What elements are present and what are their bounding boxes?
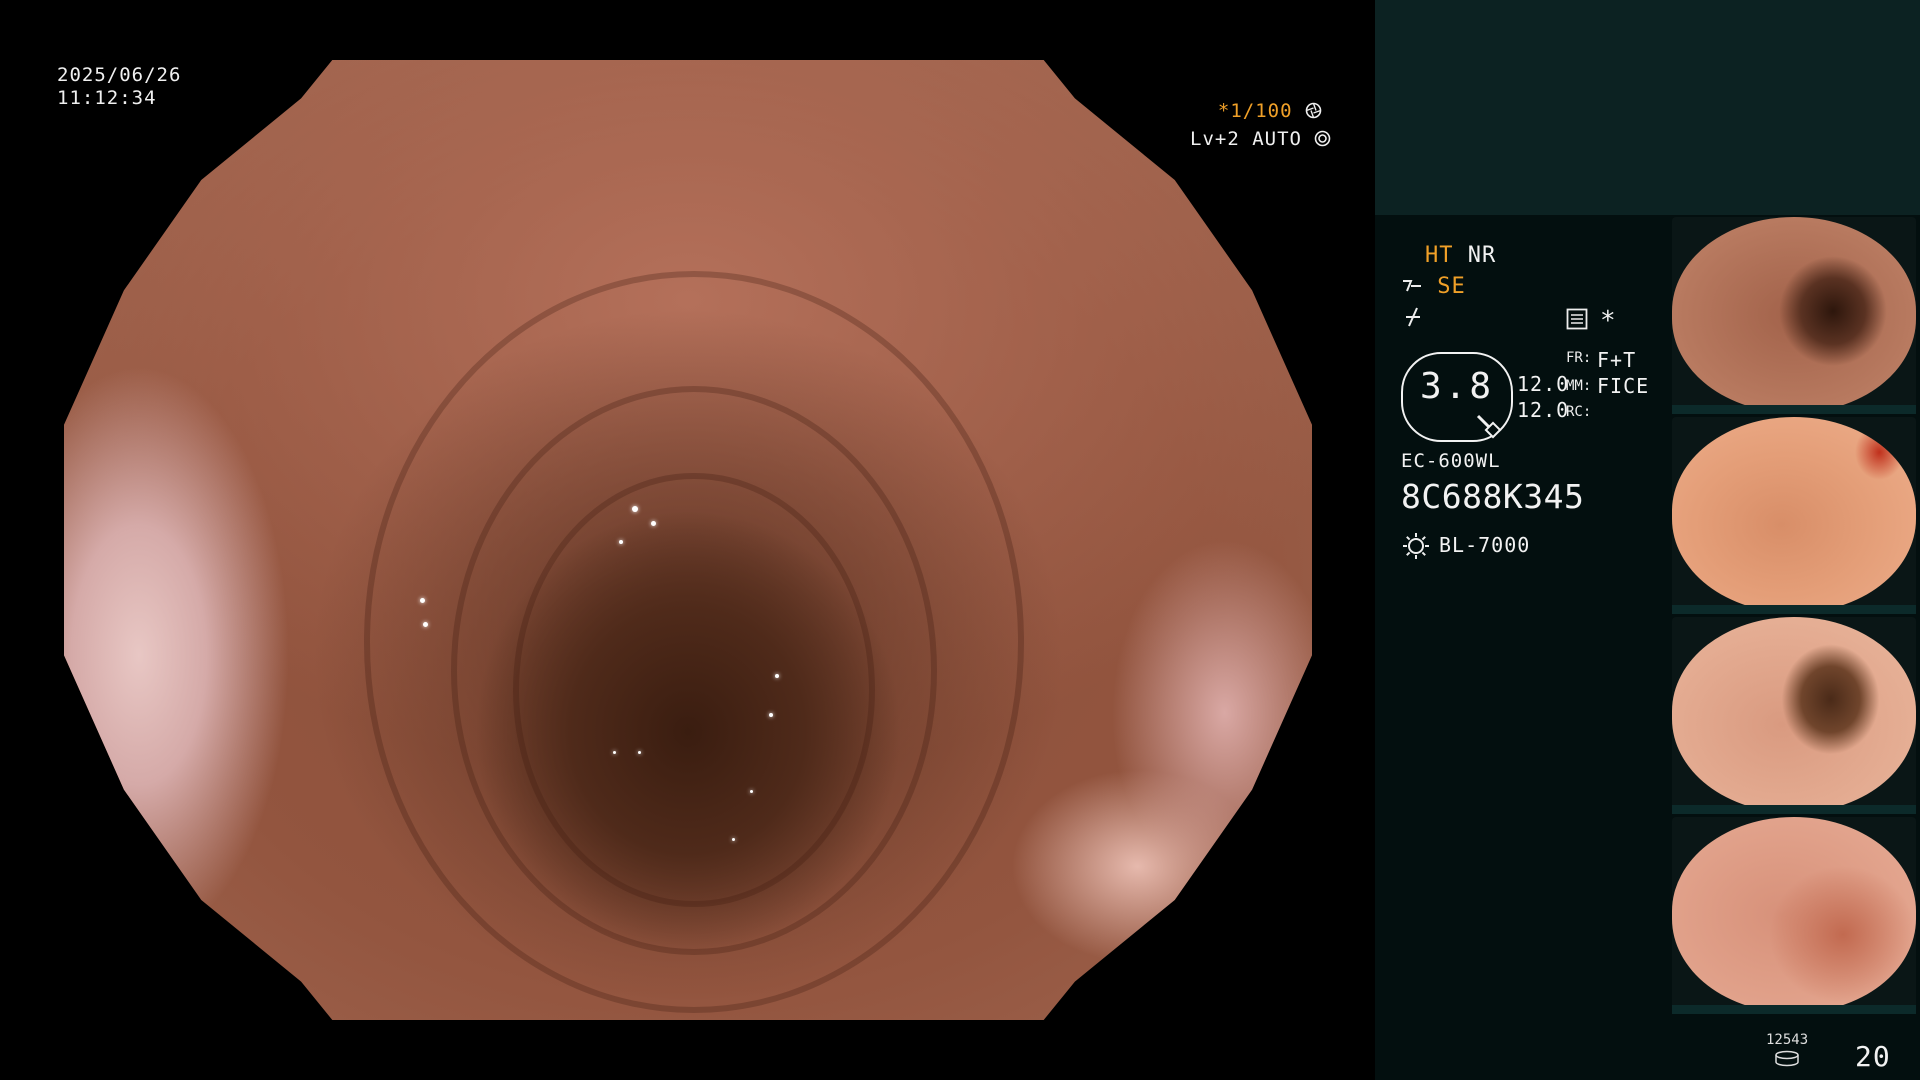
endoscope-live-view bbox=[64, 60, 1312, 1020]
nr-indicator: NR bbox=[1467, 243, 1497, 268]
settings-list-icon bbox=[1566, 308, 1588, 334]
zoom-slider-icon bbox=[1472, 410, 1502, 444]
exposure-overlay: *1/100 Lv+2 AUTO bbox=[1190, 100, 1331, 151]
thumbnail-4[interactable] bbox=[1672, 817, 1916, 1013]
thumbnail-3-footer bbox=[1672, 805, 1916, 814]
rc-label: RC: bbox=[1566, 404, 1592, 420]
structure-icon bbox=[1401, 274, 1437, 299]
value-2: 12.0 bbox=[1517, 398, 1570, 422]
mm-label: MM: bbox=[1566, 378, 1592, 394]
se-indicator: SE bbox=[1437, 274, 1466, 299]
shutter-speed: *1/100 bbox=[1217, 100, 1293, 122]
fr-label: FR: bbox=[1566, 350, 1592, 366]
light-source-model: BL-7000 bbox=[1439, 533, 1531, 557]
aperture-icon bbox=[1305, 100, 1322, 122]
brightness-level: Lv+2 AUTO bbox=[1190, 128, 1302, 150]
storage-count: 12543 bbox=[1766, 1032, 1809, 1048]
scope-model: EC-600WL bbox=[1401, 450, 1501, 472]
date-label: 2025/06/26 bbox=[57, 64, 182, 86]
thumbnail-1[interactable] bbox=[1672, 217, 1916, 413]
light-source-icon bbox=[1401, 531, 1431, 565]
time-label: 11:12:34 bbox=[57, 87, 157, 109]
mm-value: FICE bbox=[1597, 374, 1650, 398]
storage-disk-icon bbox=[1774, 1050, 1800, 1072]
thumbnail-4-footer bbox=[1672, 1005, 1916, 1014]
panel-header-area bbox=[1375, 0, 1920, 215]
color-tone-icon bbox=[1403, 305, 1423, 333]
value-1: 12.0 bbox=[1517, 372, 1570, 396]
thumbnail-3[interactable] bbox=[1672, 617, 1916, 813]
thumbnail-1-footer bbox=[1672, 405, 1916, 414]
image-mode-row: HT NR bbox=[1425, 243, 1496, 268]
zoom-value: 3.8 bbox=[1419, 366, 1495, 407]
freeze-star: * bbox=[1600, 306, 1617, 336]
structure-enhance-row: SE bbox=[1401, 274, 1466, 299]
ht-indicator: HT bbox=[1425, 243, 1454, 268]
image-count: 20 bbox=[1855, 1040, 1891, 1073]
iris-auto-icon bbox=[1314, 128, 1331, 150]
fr-value: F+T bbox=[1597, 348, 1637, 372]
date-time-overlay: 2025/06/26 11:12:34 bbox=[57, 64, 181, 110]
thumbnail-2-footer bbox=[1672, 605, 1916, 614]
scope-serial: 8C688K345 bbox=[1401, 477, 1585, 516]
thumbnail-2[interactable] bbox=[1672, 417, 1916, 613]
